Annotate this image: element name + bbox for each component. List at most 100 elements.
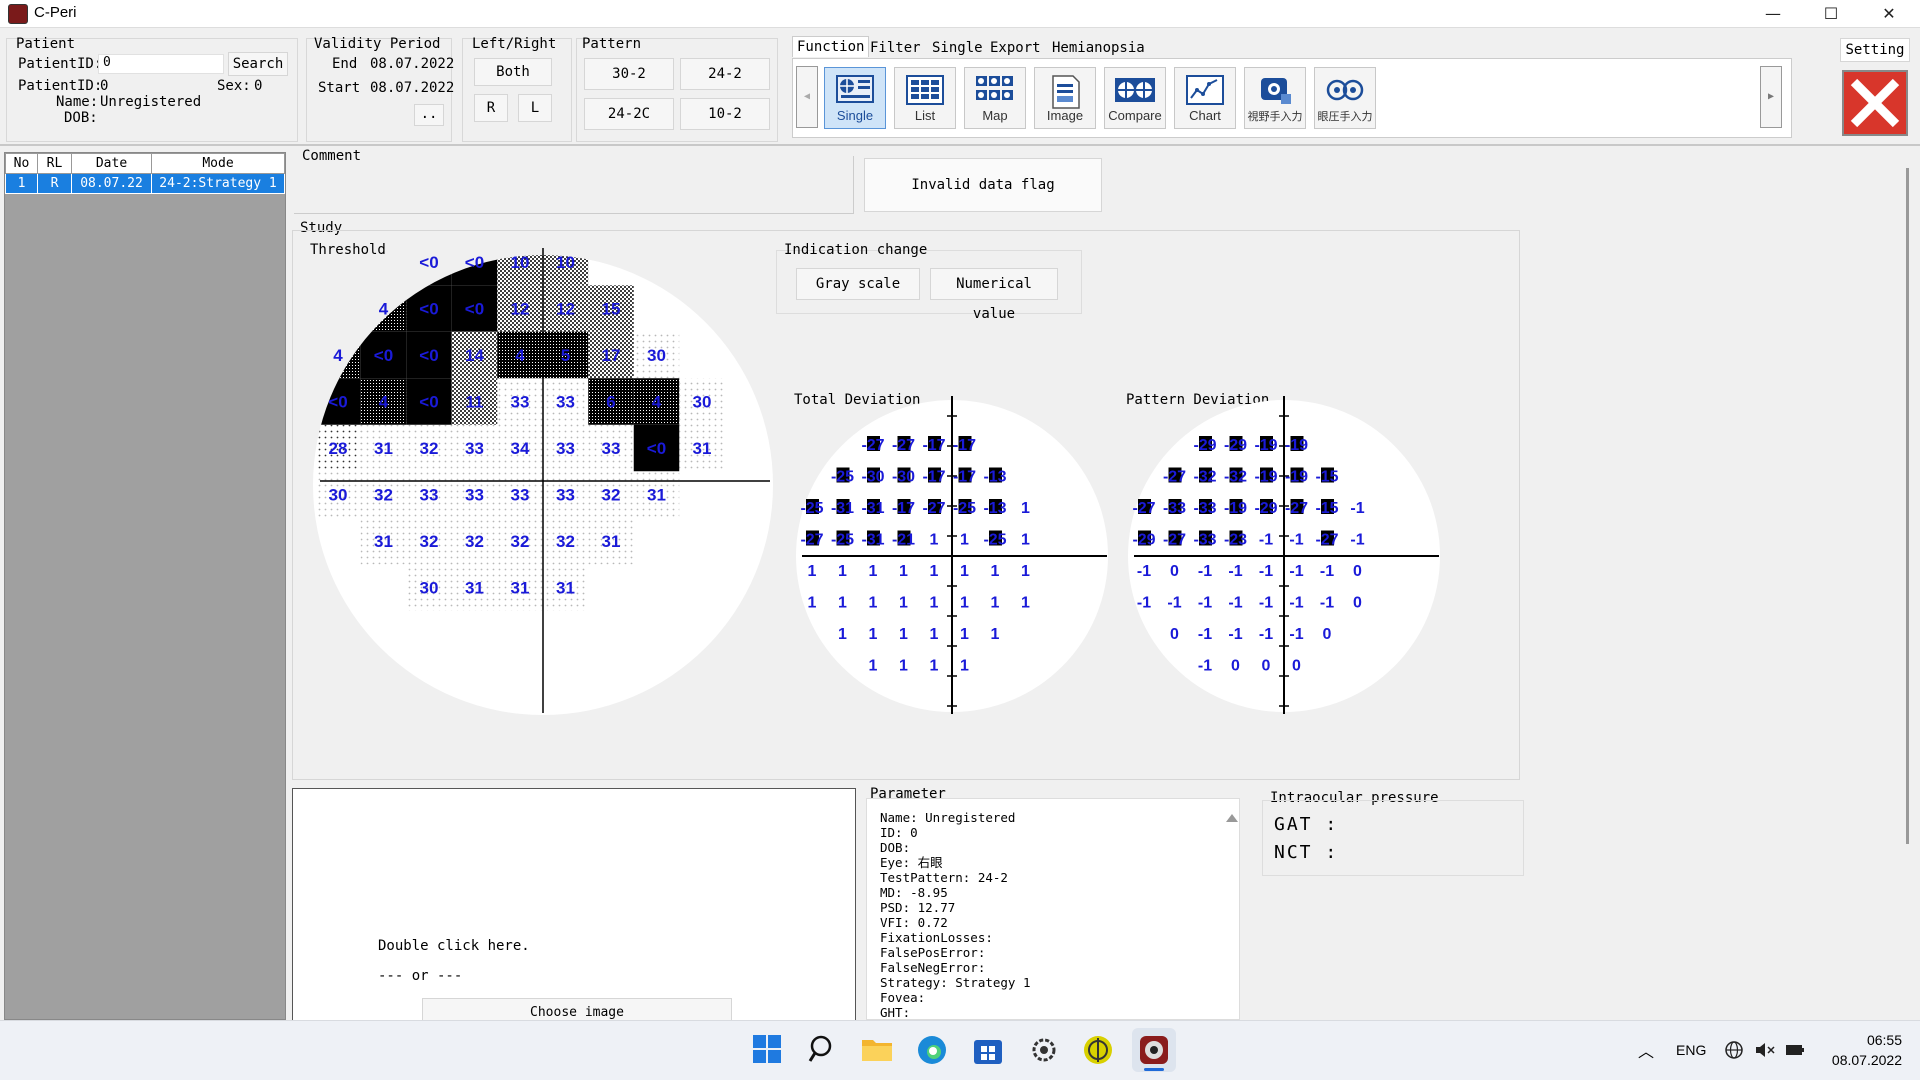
patient-id-input[interactable]: 0 [98, 54, 224, 74]
image-view-button[interactable]: Image [1034, 67, 1096, 129]
tab-export[interactable]: Export [986, 38, 1045, 58]
deviation-value: 1 [1021, 563, 1030, 580]
deviation-value: -15 [1315, 469, 1338, 486]
deviation-value: -31 [861, 532, 884, 549]
threshold-value: 31 [374, 532, 393, 551]
yellow-app-icon[interactable] [1082, 1034, 1114, 1066]
edge-browser-icon[interactable] [916, 1034, 948, 1066]
threshold-value: <0 [419, 346, 438, 365]
date-more-button[interactable]: .. [414, 104, 444, 126]
app-gear-icon[interactable] [1028, 1034, 1060, 1066]
parameter-scrollbar[interactable] [1224, 800, 1240, 1020]
parameter-line: ID: 0 [880, 825, 918, 840]
right-eye-button[interactable]: R [474, 94, 508, 122]
scroll-up-arrow-icon[interactable] [1226, 814, 1238, 822]
deviation-value: -23 [1224, 532, 1247, 549]
network-icon[interactable] [1724, 1040, 1744, 1060]
threshold-value: <0 [465, 300, 484, 319]
threshold-value: 31 [693, 439, 712, 458]
maximize-button[interactable]: ☐ [1802, 0, 1860, 28]
both-eyes-button[interactable]: Both [474, 58, 552, 86]
exit-button[interactable] [1842, 70, 1908, 136]
threshold-value: 17 [602, 346, 621, 365]
single-view-button[interactable]: Single [824, 67, 886, 129]
file-explorer-icon[interactable] [860, 1034, 894, 1064]
battery-icon[interactable] [1784, 1040, 1806, 1060]
col-rl-header[interactable]: RL [37, 153, 72, 174]
comment-field[interactable] [294, 156, 854, 214]
iop-group [1262, 800, 1524, 876]
row-date: 08.07.22 [71, 173, 152, 194]
scroll-left-arrow-icon[interactable]: ◀ [796, 66, 818, 128]
deviation-value: 1 [899, 595, 908, 612]
windows-start-icon[interactable] [752, 1034, 782, 1064]
patient-id-value: 0 [100, 78, 109, 94]
pattern-10-2-button[interactable]: 10-2 [680, 98, 770, 130]
main-scrollbar[interactable] [1906, 168, 1909, 844]
clock-time[interactable]: 06:55 [1826, 1032, 1902, 1048]
deviation-value: -33 [1163, 500, 1186, 517]
pattern-30-2-button[interactable]: 30-2 [584, 58, 674, 90]
threshold-value: 4 [515, 346, 525, 365]
col-no-header[interactable]: No [5, 153, 38, 174]
numerical-value-button[interactable]: Numerical value [930, 268, 1058, 322]
deviation-value: -29 [1254, 500, 1277, 517]
tab-single[interactable]: Single [928, 38, 987, 58]
iop-input-button[interactable]: 眼圧手入力 [1314, 67, 1376, 129]
invalid-data-flag-button[interactable]: Invalid data flag [864, 158, 1102, 212]
map-view-button[interactable]: Map [964, 67, 1026, 129]
threshold-value: 32 [374, 486, 393, 505]
scroll-right-arrow-icon[interactable]: ▶ [1760, 66, 1782, 128]
close-window-button[interactable]: ✕ [1860, 0, 1918, 28]
chart-view-button[interactable]: Chart [1174, 67, 1236, 129]
col-mode-header[interactable]: Mode [151, 153, 285, 174]
deviation-value: -29 [1224, 437, 1247, 454]
col-date-header[interactable]: Date [71, 153, 152, 174]
threshold-value: 32 [511, 532, 530, 551]
patient-id-label: PatientID: [18, 56, 103, 72]
volume-muted-icon[interactable] [1754, 1040, 1776, 1060]
threshold-value: <0 [419, 300, 438, 319]
deviation-value: -1 [1137, 563, 1151, 580]
image-drop-panel[interactable] [292, 788, 856, 1024]
table-row[interactable]: 1 R 08.07.22 24-2:Strategy 1 [5, 173, 285, 194]
search-icon[interactable] [808, 1034, 838, 1064]
cperi-taskbar-icon[interactable] [1132, 1028, 1176, 1072]
left-eye-button[interactable]: L [518, 94, 552, 122]
deviation-value: -1 [1320, 595, 1334, 612]
search-button[interactable]: Search [228, 52, 288, 76]
start-date[interactable]: 08.07.2022 [370, 80, 454, 96]
list-view-button[interactable]: List [894, 67, 956, 129]
compare-view-button[interactable]: Compare [1104, 67, 1166, 129]
row-mode: 24-2:Strategy 1 [151, 173, 285, 194]
iop-input-label: 眼圧手入力 [1317, 111, 1373, 123]
visual-field-input-button[interactable]: 視野手入力 [1244, 67, 1306, 129]
end-date[interactable]: 08.07.2022 [370, 56, 454, 72]
threshold-value: 4 [333, 346, 343, 365]
threshold-value: 11 [466, 393, 484, 412]
deviation-value: 1 [930, 563, 939, 580]
window-title: C-Peri [34, 4, 77, 21]
tab-function[interactable]: Function [792, 36, 870, 57]
threshold-value: 33 [511, 486, 530, 505]
minimize-button[interactable]: — [1744, 0, 1802, 28]
setting-button[interactable]: Setting [1840, 38, 1910, 62]
pattern-label: Pattern [582, 36, 642, 52]
threshold-value: 33 [511, 393, 530, 412]
chevron-up-icon[interactable]: ︿ [1638, 1038, 1654, 1062]
language-indicator[interactable]: ENG [1676, 1042, 1706, 1058]
threshold-value: 32 [602, 486, 621, 505]
parameter-line: DOB: [880, 840, 911, 855]
compare-view-label: Compare [1108, 108, 1162, 123]
store-icon[interactable] [972, 1034, 1004, 1066]
clock-date[interactable]: 08.07.2022 [1820, 1052, 1902, 1068]
gray-scale-button[interactable]: Gray scale [796, 268, 920, 300]
tab-filter[interactable]: Filter [866, 38, 925, 58]
pattern-24-2c-button[interactable]: 24-2C [584, 98, 674, 130]
deviation-value: -17 [953, 469, 976, 486]
pattern-24-2-button[interactable]: 24-2 [680, 58, 770, 90]
deviation-value: -17 [892, 500, 915, 517]
tab-hemianopsia[interactable]: Hemianopsia [1048, 38, 1149, 58]
deviation-value: -1 [1350, 500, 1364, 517]
parameter-line: FixationLosses: [880, 930, 993, 945]
